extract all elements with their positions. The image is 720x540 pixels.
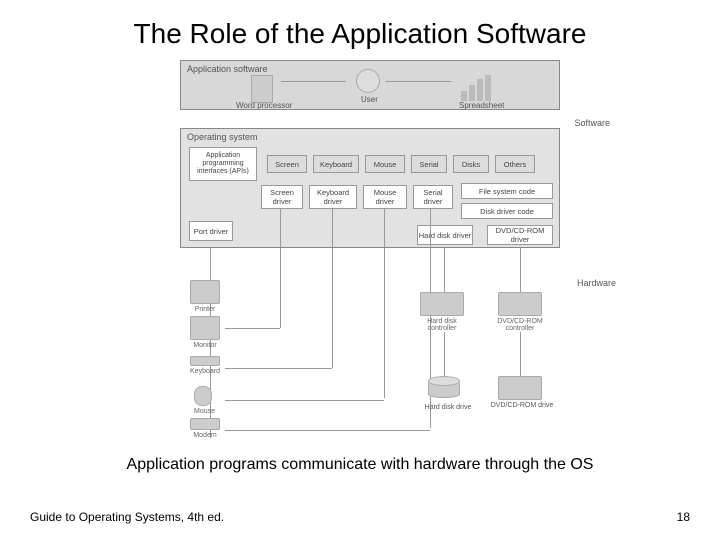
api-mouse-label: Mouse	[374, 160, 397, 169]
user-icon	[356, 69, 380, 93]
port-driver-label: Port driver	[194, 227, 229, 236]
dvd-driver-label: DVD/CD-ROM driver	[488, 226, 552, 244]
arrow-right	[386, 81, 451, 82]
slide-caption: Application programs communicate with ha…	[30, 456, 690, 474]
api-screen: Screen	[267, 155, 307, 173]
mouse-icon: Mouse	[194, 386, 212, 406]
word-processor-icon	[251, 75, 273, 103]
api-screen-label: Screen	[275, 160, 299, 169]
monitor-label: Monitor	[190, 342, 220, 349]
mouse-label: Mouse	[194, 408, 212, 415]
dvd-icon	[498, 376, 542, 400]
word-processor-label: Word processor	[236, 101, 292, 110]
hdd-label: Hard disk drive	[420, 404, 476, 411]
monitor-icon: Monitor	[190, 316, 220, 340]
modem-label: Modem	[190, 432, 220, 439]
serial-driver-label: Serial driver	[414, 188, 452, 206]
keyboard-driver-label: Keyboard driver	[310, 188, 356, 206]
api-keyboard: Keyboard	[313, 155, 359, 173]
page-number: 18	[677, 510, 690, 524]
os-label: Operating system	[187, 132, 258, 142]
keyboard-driver-box: Keyboard driver	[309, 185, 357, 209]
conn-dvd2	[520, 332, 521, 376]
conn-keyboard-h	[225, 368, 332, 369]
app-software-label: Application software	[187, 64, 268, 74]
dvd-driver-box: DVD/CD-ROM driver	[487, 225, 553, 245]
keyboard-icon: Keyboard	[190, 356, 220, 370]
api-label: Application programming interfaces (APIs…	[192, 152, 254, 175]
dvd-controller-label: DVD/CD-ROM controller	[488, 318, 552, 332]
hardware-side-label: Hardware	[577, 278, 616, 288]
mouse-driver-label: Mouse driver	[364, 188, 406, 206]
conn-modem-h	[225, 430, 430, 431]
printer-label: Printer	[190, 306, 220, 313]
hdd-driver-box: Hard disk driver	[417, 225, 473, 245]
keyboard-label: Keyboard	[190, 368, 220, 375]
disk-driver-code-label: Disk driver code	[480, 207, 534, 216]
api-serial: Serial	[411, 155, 447, 173]
api-others: Others	[495, 155, 535, 173]
api-keyboard-label: Keyboard	[320, 160, 352, 169]
dvd-controller-icon: DVD/CD-ROM controller	[498, 292, 542, 316]
dvd-label: DVD/CD-ROM drive	[490, 402, 554, 409]
api-serial-label: Serial	[419, 160, 438, 169]
api-label-box: Application programming interfaces (APIs…	[189, 147, 257, 181]
disk-driver-code-box: Disk driver code	[461, 203, 553, 219]
app-software-box: Application software Word processor User…	[180, 60, 560, 110]
footer-source: Guide to Operating Systems, 4th ed.	[30, 510, 224, 524]
conn-mouse	[384, 208, 385, 398]
spreadsheet-icon	[461, 75, 491, 101]
conn-keyboard	[332, 208, 333, 368]
conn-mouse-h	[225, 400, 384, 401]
conn-monitor-h	[225, 328, 280, 329]
fs-code-label: File system code	[479, 187, 535, 196]
os-box: Operating system Application programming…	[180, 128, 560, 248]
api-disks: Disks	[453, 155, 489, 173]
port-driver-box: Port driver	[189, 221, 233, 241]
printer-icon: Printer	[190, 280, 220, 304]
hdd-controller-icon: Hard disk controller	[420, 292, 464, 316]
hdd-controller-label: Hard disk controller	[414, 318, 470, 332]
user-label: User	[361, 95, 378, 104]
api-others-label: Others	[504, 160, 527, 169]
screen-driver-label: Screen driver	[262, 188, 302, 206]
software-side-label: Software	[574, 118, 610, 128]
architecture-diagram: Application software Word processor User…	[120, 60, 600, 450]
screen-driver-box: Screen driver	[261, 185, 303, 209]
conn-hdd2	[444, 332, 445, 376]
conn-screen	[280, 208, 281, 328]
spreadsheet-label: Spreadsheet	[459, 101, 504, 110]
hdd-icon	[428, 376, 460, 402]
conn-dvd	[520, 248, 521, 292]
serial-driver-box: Serial driver	[413, 185, 453, 209]
arrow-left	[281, 81, 346, 82]
slide-title: The Role of the Application Software	[30, 18, 690, 50]
fs-code-box: File system code	[461, 183, 553, 199]
api-mouse: Mouse	[365, 155, 405, 173]
api-disks-label: Disks	[462, 160, 480, 169]
modem-icon: Modem	[190, 418, 220, 434]
conn-hdd	[444, 248, 445, 292]
hdd-driver-label: Hard disk driver	[419, 231, 472, 240]
mouse-driver-box: Mouse driver	[363, 185, 407, 209]
